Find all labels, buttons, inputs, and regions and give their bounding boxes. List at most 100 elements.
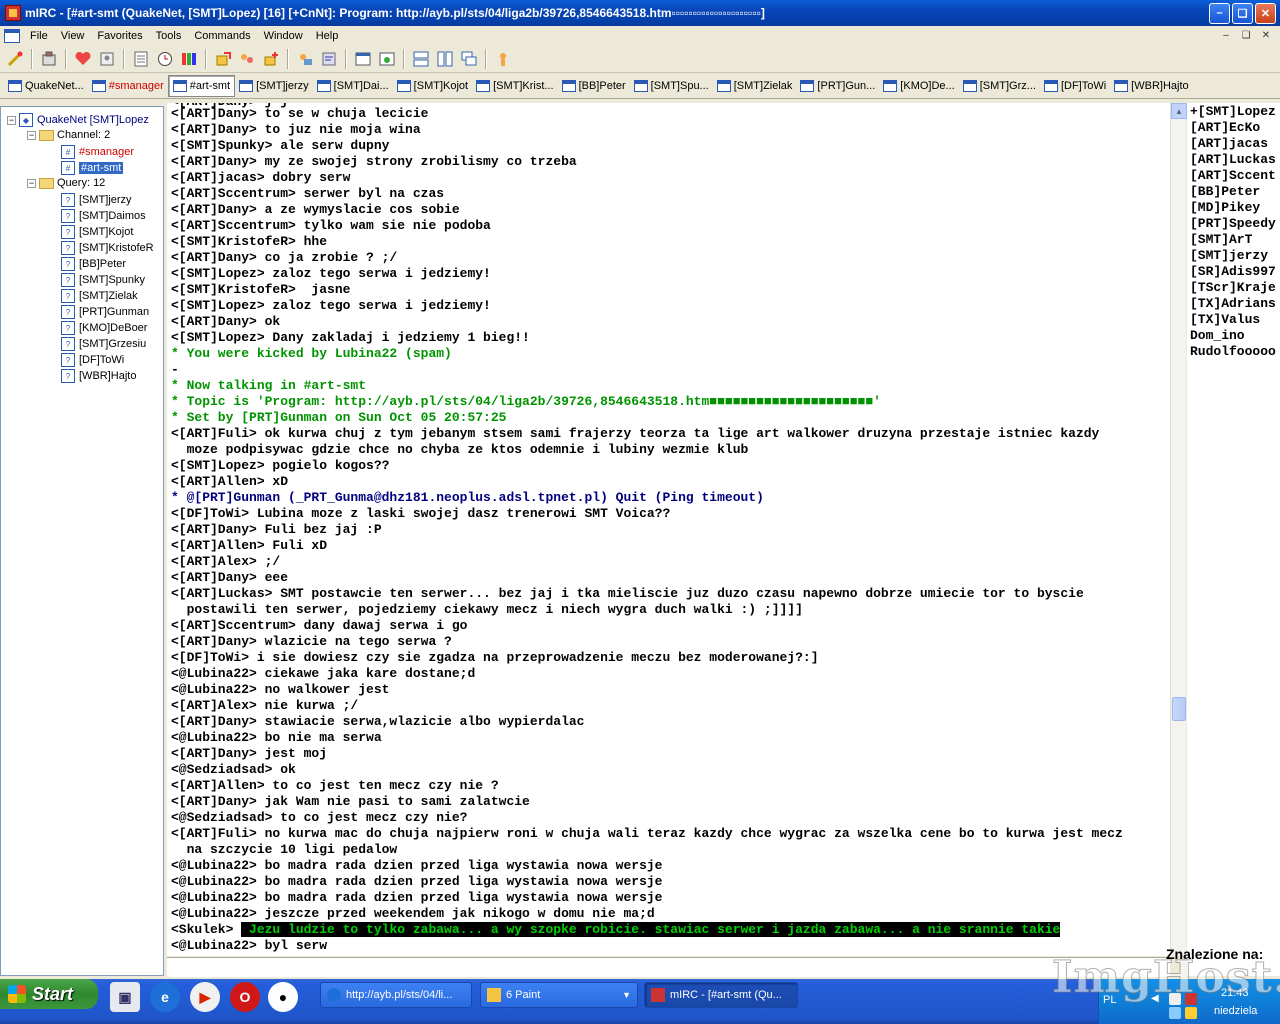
colors-icon[interactable] [178,48,200,70]
show-desktop-icon[interactable]: ▣ [110,982,140,1012]
tree-query-folder[interactable]: − Query: 12 [27,177,105,189]
switchbar-item-14[interactable]: [WBR]Hajto [1110,75,1192,97]
urls-icon[interactable] [376,48,398,70]
nick-list-item[interactable]: +[SMT]Lopez [1190,104,1276,120]
menu-view[interactable]: View [55,30,92,42]
switchbar-item-6[interactable]: [SMT]Krist... [472,75,558,97]
tree-query-item[interactable]: ? [SMT]Zielak [61,289,138,303]
minimize-button[interactable]: – [1209,2,1230,24]
connect-icon[interactable] [4,48,26,70]
switchbar-item-7[interactable]: [BB]Peter [558,75,630,97]
tree-channel-item[interactable]: # #smanager [61,145,134,159]
nick-list-item[interactable]: Rudolfooooo [1190,344,1276,360]
menu-tools[interactable]: Tools [150,30,189,42]
close-button[interactable]: ✕ [1255,2,1276,24]
collapse-icon[interactable]: − [27,130,36,140]
collapse-icon[interactable]: − [27,178,36,188]
chat-window[interactable]: <[ART]Dany> j j <[ART]Dany> to se w chuj… [167,103,1170,956]
nick-list-item[interactable]: [TX]Valus [1190,312,1260,328]
group-dropdown-icon[interactable]: ▼ [622,990,631,1000]
nick-list-item[interactable]: [TX]Adrians [1190,296,1276,312]
task-mirc[interactable]: mIRC - [#art-smt (Qu... [644,982,798,1008]
tree-query-item[interactable]: ? [SMT]Daimos [61,209,146,223]
nick-list-item[interactable]: [MD]Pikey [1190,200,1260,216]
nick-list-item[interactable]: Dom_ino [1190,328,1245,344]
options-icon[interactable] [38,48,60,70]
collapse-icon[interactable]: − [7,115,16,125]
dcc-chat-icon[interactable] [236,48,258,70]
menu-window[interactable]: Window [258,30,310,42]
switchbar-item-3[interactable]: [SMT]jerzy [235,75,313,97]
switchbar-item-10[interactable]: [PRT]Gun... [796,75,879,97]
scroll-up-arrow-icon[interactable]: ▲ [1171,103,1187,119]
switchbar-item-2[interactable]: #art-smt [167,74,236,97]
nick-list-item[interactable]: [ART]Sccent [1190,168,1276,184]
tree-query-item[interactable]: ? [SMT]KristofeR [61,241,154,255]
tile-vertical-icon[interactable] [434,48,456,70]
switchbar-item-9[interactable]: [SMT]Zielak [713,75,797,97]
media-player-icon[interactable]: ▶ [190,982,220,1012]
tile-horizontal-icon[interactable] [410,48,432,70]
scripts-icon[interactable] [352,48,374,70]
tree-query-item[interactable]: ? [SMT]Grzesiu [61,337,146,351]
task-browser[interactable]: http://ayb.pl/sts/04/li... [320,982,472,1008]
tree-query-item[interactable]: ? [KMO]DeBoer [61,321,147,335]
favorites-icon[interactable] [72,48,94,70]
log-viewer-icon[interactable] [318,48,340,70]
chat-scrollbar[interactable]: ▲ [1170,103,1187,956]
tray-messenger-icon[interactable] [1185,1007,1197,1019]
tray-volume-icon[interactable] [1169,1007,1181,1019]
help-icon[interactable] [492,48,514,70]
start-button[interactable]: Start [0,979,98,1009]
switchbar-item-12[interactable]: [SMT]Grz... [959,75,1040,97]
mdi-window-icon[interactable] [4,28,20,43]
nick-list-item[interactable]: [ART]jacas [1190,136,1268,152]
tree-channel-item-active[interactable]: # #art-smt [61,161,124,175]
nick-list-item[interactable]: [BB]Peter [1190,184,1260,200]
tree-query-item[interactable]: ? [BB]Peter [61,257,126,271]
mdi-restore-button[interactable]: ❏ [1238,29,1254,43]
switchbar-item-0[interactable]: QuakeNet... [4,75,88,97]
file-server-icon[interactable] [260,48,282,70]
mdi-close-button[interactable]: ✕ [1258,29,1274,43]
menu-favorites[interactable]: Favorites [91,30,149,42]
internet-explorer-icon[interactable]: e [150,982,180,1012]
send-file-icon[interactable] [212,48,234,70]
switchbar-item-1[interactable]: #smanager [88,75,168,97]
switchbar-item-4[interactable]: [SMT]Dai... [313,75,393,97]
nick-list-item[interactable]: [SMT]jerzy [1190,248,1268,264]
tree-query-item[interactable]: ? [SMT]Kojot [61,225,133,239]
tree-query-item[interactable]: ? [SMT]Spunky [61,273,145,287]
message-input-box[interactable] [167,957,1170,977]
message-input[interactable] [167,958,1170,977]
menu-file[interactable]: File [24,30,55,42]
scroll-thumb[interactable] [1172,697,1186,721]
task-paint[interactable]: 6 Paint ▼ [480,982,638,1008]
switchbar-item-5[interactable]: [SMT]Kojot [393,75,472,97]
menu-help[interactable]: Help [310,30,346,42]
tree-channel-folder[interactable]: − Channel: 2 [27,129,110,141]
tree-query-item[interactable]: ? [WBR]Hajto [61,369,136,383]
title-bar[interactable]: mIRC - [#art-smt (QuakeNet, [SMT]Lopez) … [0,0,1280,26]
nick-list[interactable]: +[SMT]Lopez [ART]EcKo [ART]jacas [ART]Lucka… [1187,103,1280,976]
nick-list-item[interactable]: [PRT]Speedy [1190,216,1276,232]
mirc-app-icon[interactable] [5,5,21,21]
opera-icon[interactable]: O [230,982,260,1012]
tree-query-item[interactable]: ? [DF]ToWi [61,353,124,367]
maximize-button[interactable]: ❏ [1232,2,1253,24]
notify-list-icon[interactable] [294,48,316,70]
tree-server-node[interactable]: − ◆ QuakeNet [SMT]Lopez [7,113,149,127]
nick-list-item[interactable]: [TScr]Kraje [1190,280,1276,296]
tree-query-item[interactable]: ? [SMT]jerzy [61,193,132,207]
switchbar-item-8[interactable]: [SMT]Spu... [630,75,713,97]
nick-list-item[interactable]: [SMT]ArT [1190,232,1252,248]
address-book-icon[interactable] [96,48,118,70]
nick-list-item[interactable]: [ART]Luckas [1190,152,1276,168]
mdi-minimize-button[interactable]: – [1218,29,1234,43]
channel-list-icon[interactable] [130,48,152,70]
timer-icon[interactable] [154,48,176,70]
menu-commands[interactable]: Commands [188,30,257,42]
switchbar-item-13[interactable]: [DF]ToWi [1040,75,1110,97]
nick-list-item[interactable]: [ART]EcKo [1190,120,1260,136]
switchbar-item-11[interactable]: [KMO]De... [879,75,958,97]
